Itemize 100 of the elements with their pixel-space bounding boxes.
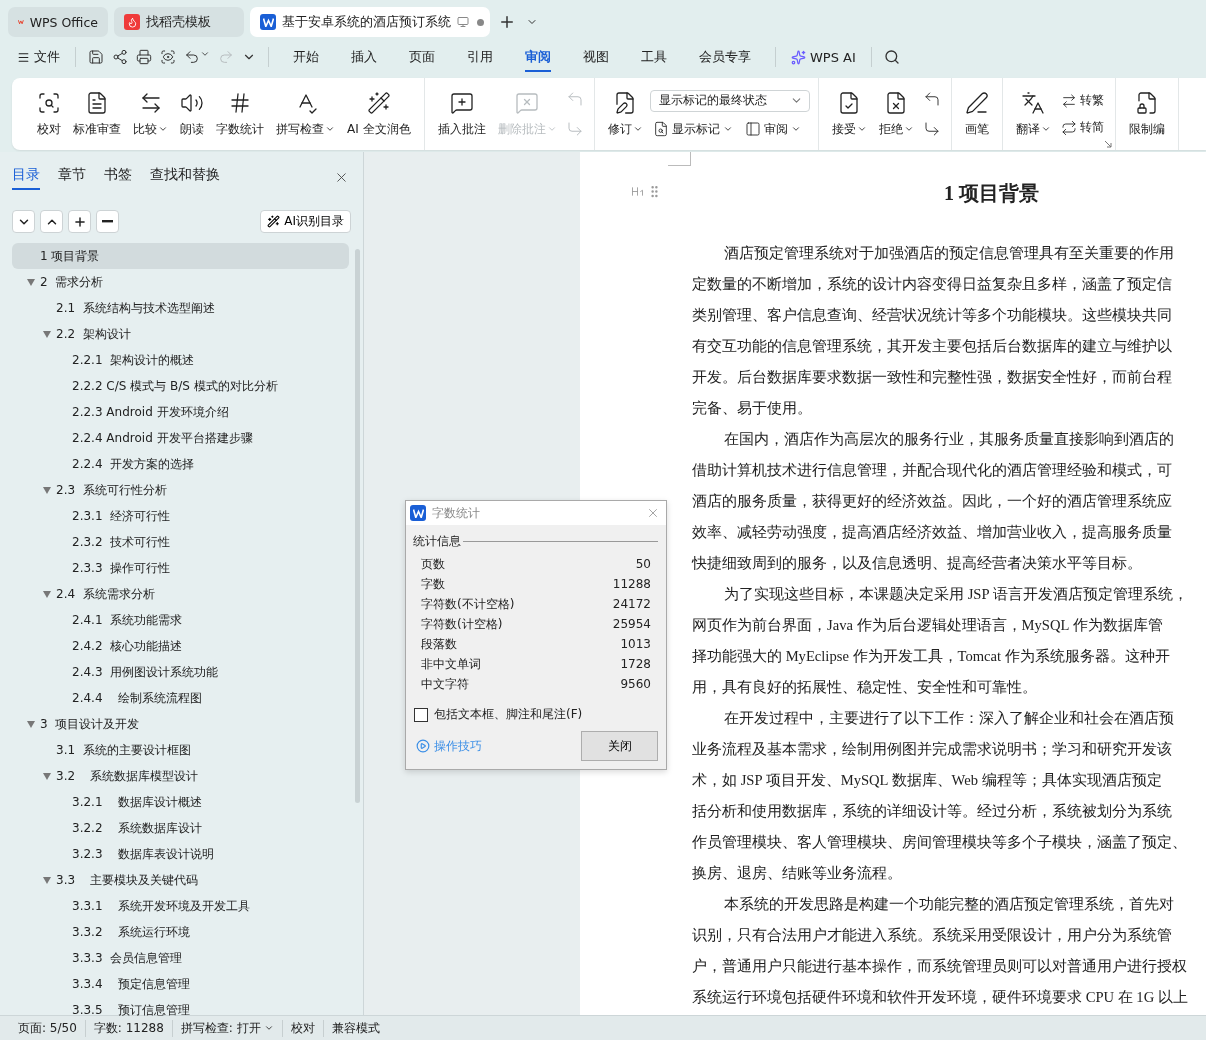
stat-value: 1013 [620,637,651,651]
file-menu[interactable]: 文件 [12,44,65,70]
toc-item[interactable]: 2.2 架构设计 [12,321,349,347]
caret-icon [903,124,914,134]
print-preview-button[interactable] [158,47,178,67]
toc-item[interactable]: 3.2.3 数据库表设计说明 [12,841,349,867]
close-icon [646,506,660,520]
toc-item[interactable]: 2.4 系统需求分析 [12,581,349,607]
toc-item[interactable]: 2.2.4 开发方案的选择 [12,451,349,477]
body-paragraph: 在国内，酒店作为高层次的服务行业，其服务质量直接影响到酒店的 借助计算机技术进行信息管理，并配合现代化的酒店管理经验和模式，可 酒店的服务质量，获得更好的经济效益。因此，一个好的酒店管理系统应 效率、减轻劳动强度，提高酒店经济效益、增加营业收入，提高服务质量 快捷细致周到的服务，以及信息透明、提高经营者决策水平等目标。 [692,430,1175,573]
document-logo-icon [260,14,276,30]
ribbon-small-button[interactable]: 转繁 [1057,91,1107,110]
ribbon-button[interactable]: 修订 [602,84,648,144]
toc-item[interactable]: 2.4.2 核心功能描述 [12,633,349,659]
ribbon-button[interactable]: 朗读 [175,84,209,144]
toc-item[interactable]: 3.3.3 会员信息管理 [12,945,349,971]
title-tab[interactable]: 找稻壳模板 [114,7,244,37]
ribbon-button[interactable]: AI 全文润色 [342,84,416,144]
status-item[interactable]: 拼写检查: 打开 [172,1019,283,1037]
ribbon-tab[interactable]: 审阅 [525,42,551,72]
add-button[interactable] [68,210,91,233]
body-paragraph: 在开发过程中，主要进行了以下工作：深入了解企业和社会在酒店预 业务流程及基本需求，绘制用例图并完成需求说明书；学习和研究开发该 术，如 JSP 项目开发、MySQL 数据库、Web 编程等；具体实现酒店预定 括分析和使用数据库，系统的详细设计等。经过分析，系统被划分为系统 作员管理模块、客人管理模块、房间管理模块等多个子模块，涵盖了预定、 换房、退房、结账等业务流程。 [692,709,1188,883]
toc-item[interactable]: 1 项目背景 [12,243,349,269]
caret-icon [722,124,733,134]
toc-item[interactable]: 3.3.1 系统开发环境及开发工具 [12,893,349,919]
save-button[interactable] [86,47,106,67]
toc-item[interactable]: 3.2.1 数据库设计概述 [12,789,349,815]
title-tab[interactable]: 基于安卓系统的酒店预订系统 [250,7,490,37]
status-item: 字数: 11288 [85,1019,173,1037]
sidebar-tab[interactable]: 目录 [12,164,40,190]
ribbon-button[interactable]: 拼写检查 [271,84,340,144]
share-button[interactable] [110,47,130,67]
search-icon [883,49,900,65]
print-button[interactable] [134,47,154,67]
ribbon-tab[interactable]: 视图 [583,42,609,72]
toc-item[interactable]: 2.2.3 Android 开发环境介绍 [12,399,349,425]
crop-mark [668,152,691,166]
sidebar-tab[interactable]: 查找和替换 [150,164,220,190]
ribbon-small-button[interactable]: 审阅 [741,119,804,139]
ribbon-button[interactable]: 插入批注 [432,84,491,144]
ribbon-button[interactable]: 比较 [128,84,173,144]
sidebar-tab[interactable]: 书签 [104,164,132,190]
toc-item[interactable]: 3.2 系统数据库模型设计 [12,763,349,789]
toc-item[interactable]: 2.3.3 操作可行性 [12,555,349,581]
toc-item[interactable]: 3.3.4 预定信息管理 [12,971,349,997]
toc-item[interactable]: 2.4.4 绘制系统流程图 [12,685,349,711]
launcher-icon[interactable] [1104,141,1112,148]
ribbon-button[interactable]: 标准审查 [68,84,126,144]
ribbon-small-button[interactable]: 显示标记 [649,119,736,139]
toc-item[interactable]: 2.3 系统可行性分析 [12,477,349,503]
ribbon-button[interactable]: 画笔 [959,84,994,144]
toc-item[interactable]: 2.4.1 系统功能需求 [12,607,349,633]
stat-value: 9560 [620,677,651,691]
remove-button[interactable] [96,210,119,233]
ribbon-tab[interactable]: 工具 [641,42,667,72]
toc-item[interactable]: 2.3.2 技术可行性 [12,529,349,555]
toc-item[interactable]: 2.4.3 用例图设计系统功能 [12,659,349,685]
ribbon-button[interactable]: 限制编 [1123,84,1170,144]
toc-item[interactable]: 2.2.1 架构设计的概述 [12,347,349,373]
toc-item[interactable]: 3.3.2 系统运行环境 [12,919,349,945]
caret-icon [1040,124,1051,134]
toc-item[interactable]: 3.1 系统的主要设计框图 [12,737,349,763]
ribbon-icon [1060,119,1077,136]
body-paragraph: 本系统的开发思路是构建一个功能完整的酒店预定管理系统，首先对 识别，只有合法用户才能进入系统。系统采用受限设计，用户分为系统管 户，普通用户只能进行基本操作，而系统管理员则可以对普通用户进行授权 系统运行环境包括硬件环境和软件开发环境，硬件环境要求 CPU 在 1G 以上 [692,895,1189,1007]
toc-item[interactable]: 2.2.4 Android 开发平台搭建步骤 [12,425,349,451]
ribbon-button[interactable]: 拒绝 [873,84,919,144]
toc-item[interactable]: 2.1 系统结构与技术选型阐述 [12,295,349,321]
markup-select[interactable]: 显示标记的最终状态 [649,89,810,112]
toc-item[interactable]: 3.2.2 系统数据库设计 [12,815,349,841]
unsaved-dot-icon [477,18,484,26]
scrollbar[interactable] [355,249,360,803]
ribbon-icon [744,121,761,137]
include-checkbox[interactable]: 包括文本框、脚注和尾注(F) [406,694,666,723]
toc-item[interactable]: 3 项目设计及开发 [12,711,349,737]
ribbon-tab[interactable]: 开始 [293,42,319,72]
ribbon-icon [85,90,109,115]
ribbon-tab[interactable]: 插入 [351,42,377,72]
expand-all-button[interactable] [12,210,35,233]
toc-item[interactable]: 3.3 主要模块及关键代码 [12,867,349,893]
collapse-all-button[interactable] [40,210,63,233]
ribbon-button[interactable]: 翻译 [1010,84,1056,144]
ribbon-tab[interactable]: 会员专享 [699,42,751,72]
ribbon-button[interactable]: 字数统计 [211,84,269,144]
wps-ai-button[interactable]: WPS AI [786,45,861,69]
caret-icon [325,124,335,134]
toc-item[interactable]: 2.2.2 C/S 模式与 B/S 模式的对比分析 [12,373,349,399]
sidebar-tab[interactable]: 章节 [58,164,86,190]
menu-icon [17,50,30,64]
ribbon-tab[interactable]: 页面 [409,42,435,72]
ribbon-button[interactable]: 校对 [32,84,66,144]
ai-toc-button[interactable]: AI识别目录 [260,210,351,233]
close-dialog-button[interactable]: 关闭 [581,731,658,761]
status-item: 页面: 5/50 [10,1019,86,1037]
ribbon-tab[interactable]: 引用 [467,42,493,72]
toc-item[interactable]: 2.3.1 经济可行性 [12,503,349,529]
title-tab[interactable]: WPS Office [8,7,108,37]
toc-item[interactable]: 2 需求分析 [12,269,349,295]
ribbon-button[interactable]: 接受 [826,84,872,144]
ribbon-small-button[interactable]: 转简 [1057,118,1107,137]
ribbon-icon [1021,90,1046,115]
